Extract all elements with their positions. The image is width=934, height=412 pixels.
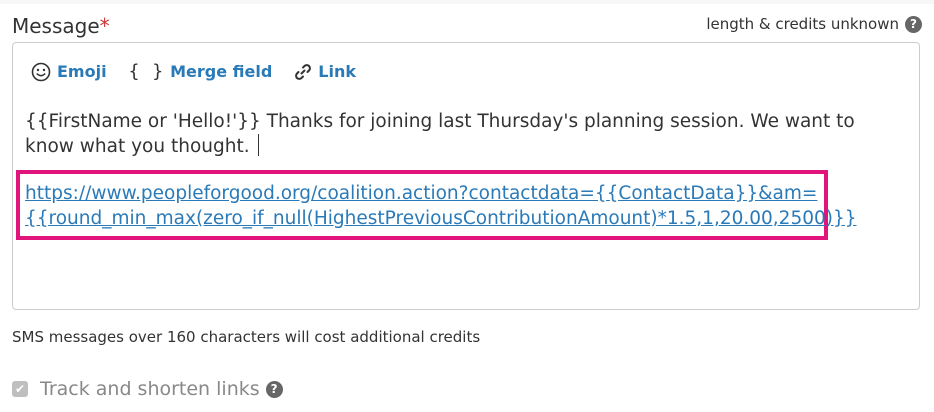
message-label-text: Message <box>12 14 100 38</box>
tracked-link[interactable]: https://www.peopleforgood.org/coalition.… <box>25 181 905 231</box>
link-label: Link <box>318 62 356 81</box>
merge-field-label: Merge field <box>170 62 273 81</box>
help-icon[interactable]: ? <box>905 15 922 33</box>
message-body[interactable]: {{FirstName or 'Hello!'}} Thanks for joi… <box>25 109 905 159</box>
check-icon: ✔ <box>14 382 26 396</box>
link-button[interactable]: Link <box>294 62 356 81</box>
sms-credits-note: SMS messages over 160 characters will co… <box>12 328 481 346</box>
length-credits-text: length & credits unknown <box>706 15 899 33</box>
merge-braces-icon: { } <box>128 61 165 82</box>
editor-toolbar: Emoji { } Merge field Link <box>31 61 378 82</box>
emoji-icon <box>31 62 51 82</box>
emoji-button[interactable]: Emoji <box>31 62 107 82</box>
track-help-icon[interactable]: ? <box>265 380 283 398</box>
link-icon <box>294 63 312 81</box>
message-field-label: Message* <box>12 14 110 38</box>
track-links-option: ✔ Track and shorten links ? <box>12 378 283 400</box>
message-body-text: {{FirstName or 'Hello!'}} Thanks for joi… <box>25 111 855 157</box>
merge-field-button[interactable]: { } Merge field <box>129 61 273 82</box>
message-composer: Message* length & credits unknown ? Emoj… <box>0 0 934 412</box>
text-caret <box>257 134 259 156</box>
track-links-checkbox[interactable]: ✔ <box>12 381 28 397</box>
emoji-label: Emoji <box>57 62 107 81</box>
link-line-1: https://www.peopleforgood.org/coalition.… <box>25 183 818 204</box>
top-divider <box>0 0 934 4</box>
track-links-label: Track and shorten links <box>40 378 260 400</box>
link-line-2: {{round_min_max(zero_if_null(HighestPrev… <box>25 208 857 229</box>
required-asterisk: * <box>99 14 110 38</box>
message-editor[interactable]: Emoji { } Merge field Link {{FirstName o… <box>12 42 920 310</box>
length-credits-info: length & credits unknown ? <box>706 15 922 33</box>
